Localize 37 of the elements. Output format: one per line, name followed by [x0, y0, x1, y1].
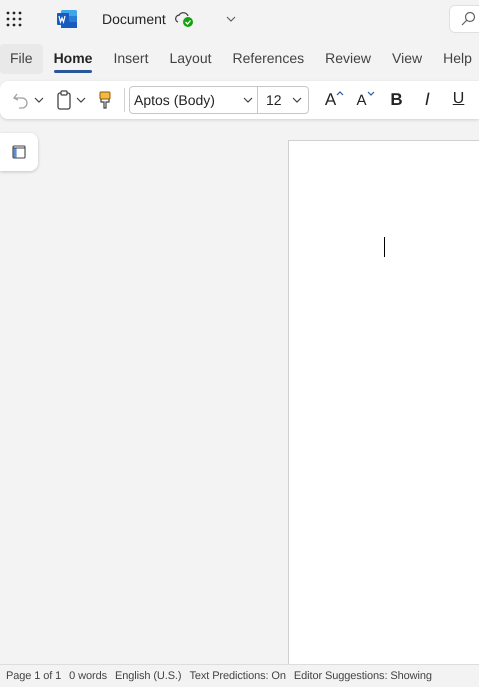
underline-button[interactable]: U: [443, 90, 474, 110]
grow-button[interactable]: A: [319, 90, 350, 110]
clipboard-icon[interactable]: [56, 90, 72, 110]
search-icon: [460, 11, 476, 27]
file-menu-tab[interactable]: File: [0, 44, 43, 74]
ribbon-tab[interactable]: Review: [315, 44, 382, 74]
status-item[interactable]: Text Predictions: On: [189, 670, 286, 682]
bold-button[interactable]: B: [381, 90, 412, 110]
ribbon-tab[interactable]: View: [382, 44, 432, 74]
chevron-icon: [34, 97, 44, 103]
chevron-icon: [76, 97, 86, 103]
status-item[interactable]: English (U.S.): [115, 670, 182, 682]
ribbon-tab[interactable]: Layout: [159, 44, 222, 74]
undo-icon[interactable]: [12, 91, 30, 109]
ribbon-tab[interactable]: Insert: [103, 44, 158, 74]
chevron-icon: [243, 97, 253, 103]
ribbon-tab[interactable]: Home: [44, 44, 102, 74]
chevron-icon[interactable]: [226, 15, 236, 23]
caret-icon: [336, 90, 344, 97]
app-launcher-icon[interactable]: [6, 11, 22, 27]
shrink-button[interactable]: A: [350, 90, 381, 110]
italic-button[interactable]: I: [412, 90, 443, 110]
ribbon-tab[interactable]: References: [222, 44, 314, 74]
pane-icon: [12, 145, 26, 159]
text-cursor: [384, 237, 385, 257]
format-painter-icon[interactable]: [98, 91, 112, 109]
status-item[interactable]: 0 words: [69, 670, 107, 682]
font-name-dropdown[interactable]: Aptos (Body): [130, 87, 258, 113]
caret-icon: [366, 90, 374, 97]
document-title[interactable]: Document: [102, 11, 166, 27]
navigation-pane-button[interactable]: [0, 133, 38, 171]
font-size-dropdown[interactable]: 12: [258, 87, 308, 113]
ribbon-tab[interactable]: Help: [433, 44, 479, 74]
status-item[interactable]: Page 1 of 1: [6, 670, 62, 682]
chevron-icon: [292, 97, 302, 103]
status-item[interactable]: Editor Suggestions: Showing: [294, 670, 432, 682]
word-logo-icon[interactable]: [56, 9, 78, 29]
